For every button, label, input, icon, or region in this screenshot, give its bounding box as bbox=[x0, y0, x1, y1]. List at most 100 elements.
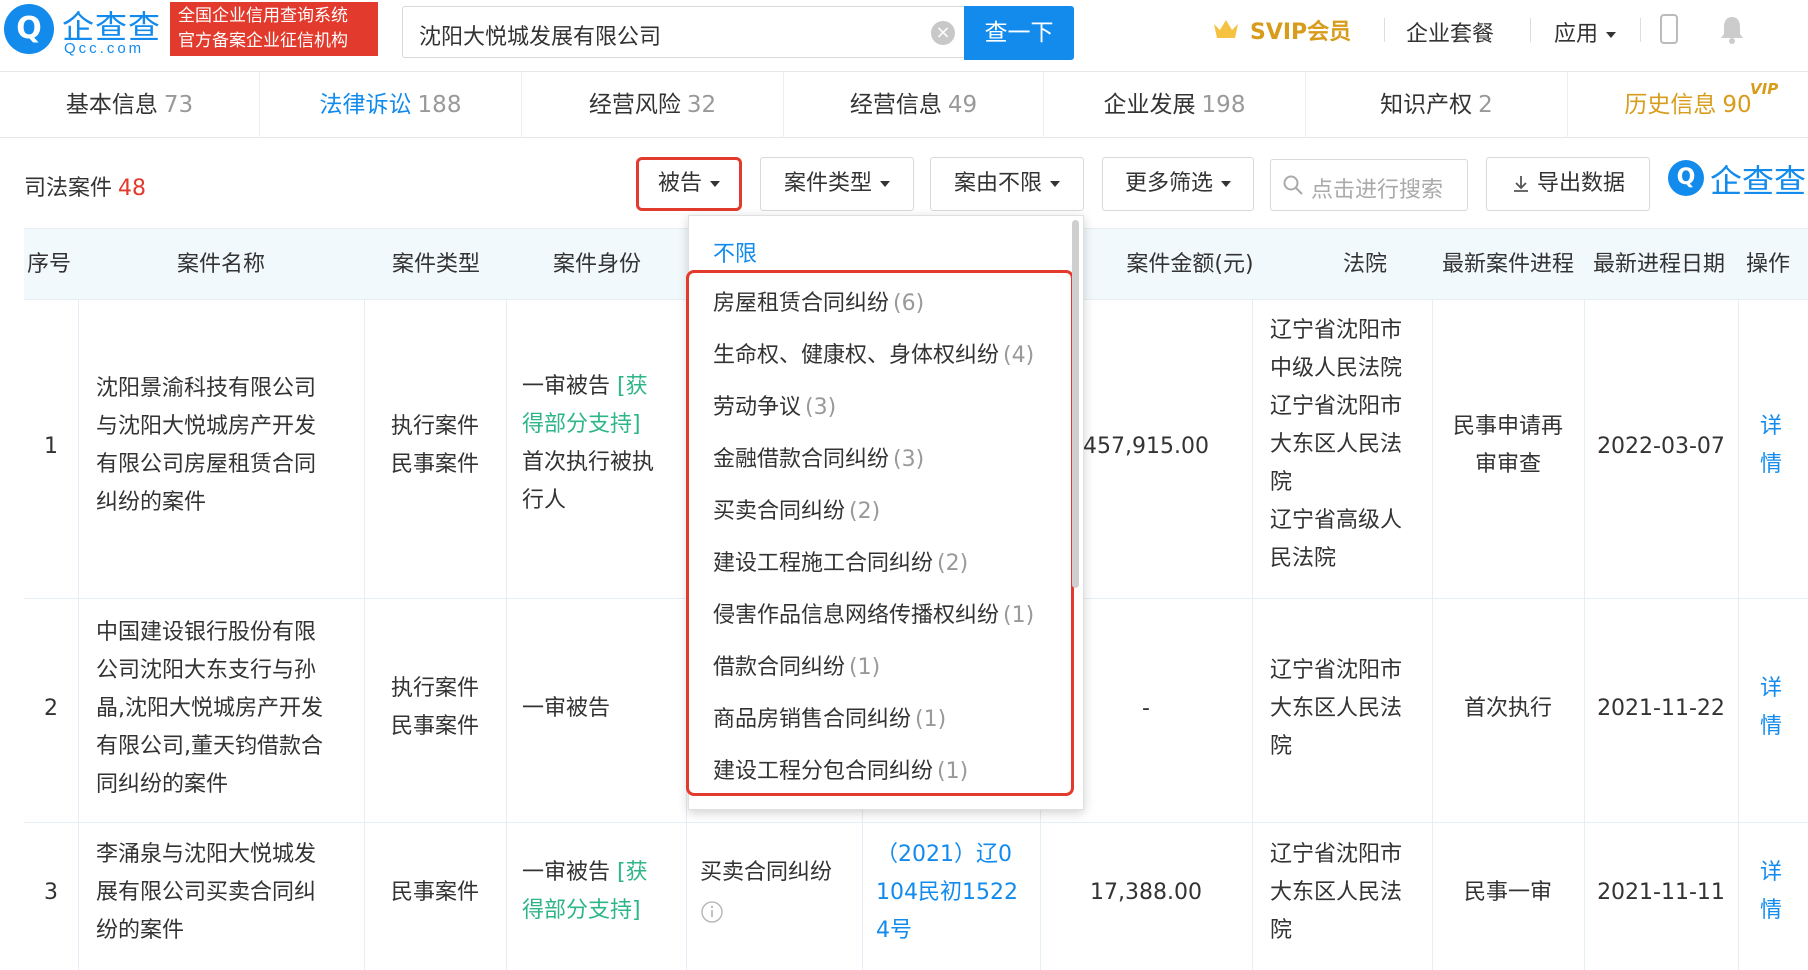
svip-link[interactable]: SVIP会员 bbox=[1250, 14, 1351, 46]
dropdown-option[interactable]: 金融借款合同纠纷 (3) bbox=[713, 441, 924, 473]
more-filter-label: 更多筛选 bbox=[1124, 171, 1213, 196]
detail-link-line: 详 bbox=[1759, 676, 1782, 701]
court-line: 辽宁省高级人 bbox=[1270, 508, 1403, 533]
qcc-logo-icon[interactable]: Q bbox=[4, 4, 54, 54]
clear-icon[interactable]: × bbox=[931, 21, 955, 45]
case-name-line: 沈阳景渝科技有限公司 bbox=[96, 376, 317, 401]
option-label: 房屋租赁合同纠纷 bbox=[713, 291, 890, 316]
grid-line bbox=[78, 300, 79, 970]
dropdown-option[interactable]: 劳动争议 (3) bbox=[713, 389, 836, 421]
case-type-label: 案件类型 bbox=[783, 171, 872, 196]
dropdown-option[interactable]: 侵害作品信息网络传播权纠纷 (1) bbox=[713, 597, 1034, 629]
case-name[interactable]: 沈阳景渝科技有限公司 与沈阳大悦城房产开发 有限公司房屋租赁合同 纠纷的案件 bbox=[96, 370, 358, 522]
case-name-line: 纷的案件 bbox=[96, 918, 185, 943]
cause-filter-button[interactable]: 案由不限 bbox=[930, 157, 1084, 211]
tab-label: 经营信息 bbox=[849, 92, 942, 118]
dropdown-option[interactable]: 买卖合同纠纷 (2) bbox=[713, 493, 880, 525]
option-count: (3) bbox=[893, 447, 925, 472]
company-search-input[interactable]: 沈阳大悦城发展有限公司 × bbox=[402, 6, 964, 58]
progress-date: 2021-11-22 bbox=[1597, 696, 1725, 721]
cause-filter-label: 案由不限 bbox=[953, 171, 1042, 196]
court-line: 中级人民法院 bbox=[1270, 356, 1403, 381]
option-count: (3) bbox=[805, 395, 837, 420]
role-result: 得部分支持] bbox=[522, 412, 641, 437]
badge-line-1: 全国企业信用查询系统 bbox=[178, 6, 348, 26]
option-label: 侵害作品信息网络传播权纠纷 bbox=[713, 603, 1000, 628]
role-filter-button[interactable]: 被告 bbox=[636, 157, 742, 211]
chevron-down-icon bbox=[1221, 181, 1231, 187]
court: 辽宁省沈阳市 大东区人民法 院 bbox=[1270, 836, 1440, 950]
search-button[interactable]: 查一下 bbox=[964, 6, 1074, 60]
detail-link[interactable]: 详 情 bbox=[1746, 854, 1796, 930]
dropdown-option[interactable]: 借款合同纠纷 (1) bbox=[713, 649, 880, 681]
case-type-line: 执行案件 bbox=[390, 414, 479, 439]
nav-apps[interactable]: 应用 bbox=[1554, 16, 1617, 48]
tab-business-info[interactable]: 经营信息 49 bbox=[784, 72, 1044, 138]
th-no: 序号 bbox=[26, 252, 71, 277]
court-line: 辽宁省沈阳市 bbox=[1270, 842, 1403, 867]
dropdown-scrollbar[interactable] bbox=[1072, 220, 1079, 588]
case-amount: 17,388.00 bbox=[1090, 880, 1202, 905]
chevron-down-icon bbox=[1050, 181, 1060, 187]
tab-label: 经营风险 bbox=[588, 92, 681, 118]
row-no: 2 bbox=[44, 696, 58, 721]
search-icon bbox=[1283, 175, 1303, 195]
role-result: [获 bbox=[617, 860, 648, 885]
case-type-filter-button[interactable]: 案件类型 bbox=[760, 157, 914, 211]
option-count: (2) bbox=[937, 551, 969, 576]
tab-ip[interactable]: 知识产权 2 bbox=[1306, 72, 1568, 138]
progress-line: 民事申请再 bbox=[1452, 414, 1563, 439]
tab-development[interactable]: 企业发展 198 bbox=[1044, 72, 1306, 138]
row-divider bbox=[24, 822, 1808, 823]
tab-label: 法律诉讼 bbox=[319, 92, 412, 118]
dropdown-option-all[interactable]: 不限 bbox=[713, 236, 757, 268]
case-number-link[interactable]: （2021）辽0 104民初1522 4号 bbox=[876, 836, 1036, 950]
more-filter-button[interactable]: 更多筛选 bbox=[1102, 157, 1254, 211]
dropdown-option[interactable]: 生命权、健康权、身体权纠纷 (4) bbox=[713, 337, 1034, 369]
case-name[interactable]: 李涌泉与沈阳大悦城发 展有限公司买卖合同纠 纷的案件 bbox=[96, 836, 358, 950]
th-date: 最新进程日期 bbox=[1592, 252, 1725, 277]
tab-litigation[interactable]: 法律诉讼 188 bbox=[260, 72, 522, 138]
nav-divider bbox=[1384, 18, 1385, 42]
dropdown-option[interactable]: 建设工程施工合同纠纷 (2) bbox=[713, 545, 968, 577]
progress: 民事一审 bbox=[1463, 880, 1552, 905]
court-line: 大东区人民法 bbox=[1270, 880, 1403, 905]
role-result: 得部分支持] bbox=[522, 898, 641, 923]
detail-link[interactable]: 详 情 bbox=[1746, 408, 1796, 484]
role-text: 一审被告 bbox=[522, 374, 611, 399]
dropdown-option[interactable]: 房屋租赁合同纠纷 (6) bbox=[713, 285, 924, 317]
case-search-input[interactable]: 点击进行搜索 bbox=[1270, 159, 1468, 211]
export-data-button[interactable]: 导出数据 bbox=[1486, 157, 1650, 211]
grid-line bbox=[364, 300, 365, 970]
info-icon[interactable] bbox=[700, 900, 724, 924]
chevron-down-icon bbox=[1606, 32, 1617, 38]
th-type: 案件类型 bbox=[391, 252, 480, 277]
role-text: 一审被告 bbox=[522, 860, 611, 885]
qcc-watermark-icon: Q bbox=[1668, 160, 1704, 196]
nav-divider bbox=[1640, 18, 1641, 42]
role-text: 行人 bbox=[522, 488, 567, 513]
crown-icon bbox=[1214, 20, 1238, 38]
progress-date: 2022-03-07 bbox=[1597, 434, 1725, 459]
option-count: (4) bbox=[1003, 343, 1035, 368]
th-role: 案件身份 bbox=[552, 252, 641, 277]
court-line: 院 bbox=[1270, 734, 1293, 759]
th-name: 案件名称 bbox=[176, 252, 265, 277]
option-label: 借款合同纠纷 bbox=[713, 655, 846, 680]
phone-icon[interactable] bbox=[1660, 14, 1678, 44]
detail-link-line: 详 bbox=[1759, 414, 1782, 439]
case-number-line: 4号 bbox=[876, 918, 912, 943]
tab-label: 知识产权 bbox=[1380, 92, 1473, 118]
court-line: 大东区人民法 bbox=[1270, 696, 1403, 721]
nav-package[interactable]: 企业套餐 bbox=[1406, 16, 1494, 48]
case-name[interactable]: 中国建设银行股份有限 公司沈阳大东支行与孙 晶,沈阳大悦城房产开发 有限公司,董… bbox=[96, 614, 362, 804]
case-count: 48 bbox=[118, 176, 147, 201]
bell-icon[interactable] bbox=[1718, 14, 1746, 44]
case-name-line: 展有限公司买卖合同纠 bbox=[96, 880, 317, 905]
tab-business-risk[interactable]: 经营风险 32 bbox=[522, 72, 784, 138]
detail-link[interactable]: 详 情 bbox=[1746, 670, 1796, 746]
tab-basic-info[interactable]: 基本信息 73 bbox=[0, 72, 260, 138]
option-label: 金融借款合同纠纷 bbox=[713, 447, 890, 472]
dropdown-option[interactable]: 商品房销售合同纠纷 (1) bbox=[713, 701, 946, 733]
dropdown-option[interactable]: 建设工程分包合同纠纷 (1) bbox=[713, 753, 968, 785]
